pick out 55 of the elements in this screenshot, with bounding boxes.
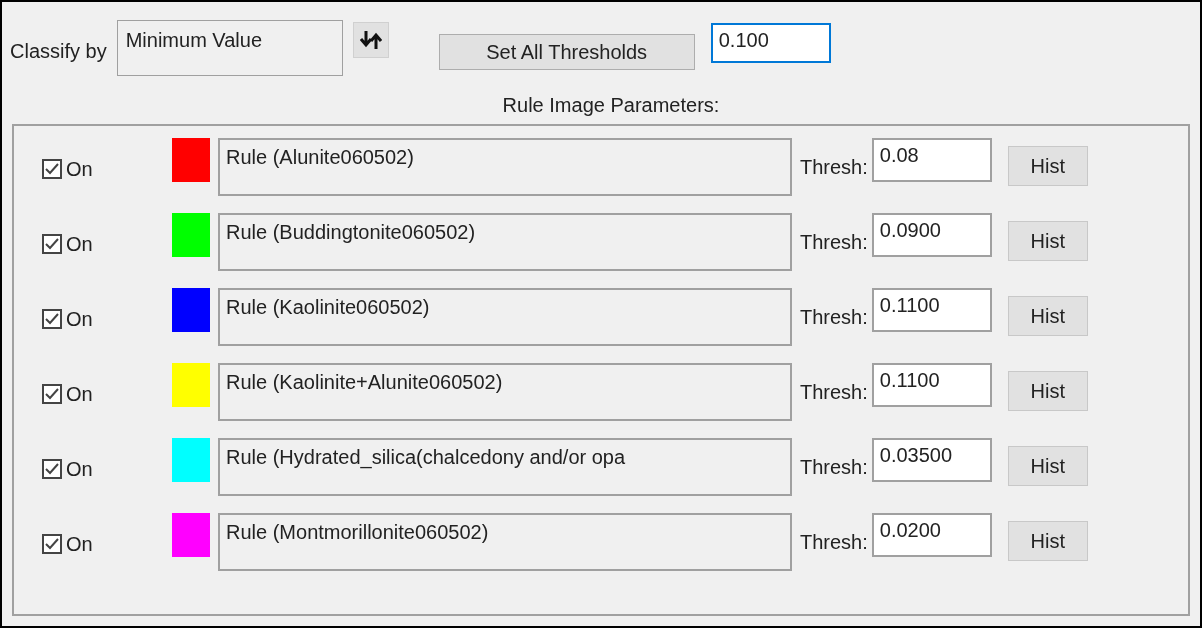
check-icon: [45, 163, 59, 175]
thresh-input[interactable]: 0.1100: [871, 363, 992, 407]
color-swatch[interactable]: [172, 213, 210, 257]
check-icon: [45, 463, 59, 475]
thresh-input[interactable]: 0.03500: [871, 438, 992, 482]
on-label: On: [66, 232, 93, 257]
rule-name-field[interactable]: Rule (Montmorillonite060502): [218, 513, 792, 571]
hist-button[interactable]: Hist: [1007, 146, 1088, 186]
check-icon: [45, 538, 59, 550]
group-title: Rule Image Parameters:: [502, 93, 720, 118]
on-label: On: [66, 382, 93, 407]
checkbox[interactable]: [42, 159, 62, 179]
hist-button[interactable]: Hist: [1007, 446, 1088, 486]
thresh-input[interactable]: 0.1100: [871, 288, 992, 332]
rule-name-field[interactable]: Rule (Hydrated_silica(chalcedony and/or opa: [218, 438, 792, 496]
thresh-label: Thresh:: [800, 305, 868, 330]
thresh-label: Thresh:: [800, 230, 868, 255]
thresh-label: Thresh:: [800, 380, 868, 405]
on-label: On: [66, 307, 93, 332]
rule-name-field[interactable]: Rule (Kaolinite060502): [218, 288, 792, 346]
on-label: On: [66, 157, 93, 182]
hist-button[interactable]: Hist: [1007, 296, 1088, 336]
rule-name-field[interactable]: Rule (Alunite060502): [218, 138, 792, 196]
thresh-input[interactable]: 0.0200: [871, 513, 992, 557]
classify-dropdown[interactable]: Minimum Value: [116, 20, 343, 76]
hist-button[interactable]: Hist: [1007, 221, 1088, 261]
check-icon: [45, 313, 59, 325]
set-all-thresholds-button[interactable]: Set All Thresholds: [438, 34, 695, 70]
on-label: On: [66, 532, 93, 557]
checkbox[interactable]: [42, 459, 62, 479]
hist-button[interactable]: Hist: [1007, 521, 1088, 561]
on-label: On: [66, 457, 93, 482]
threshold-input[interactable]: 0.100: [710, 23, 831, 63]
sort-button[interactable]: [352, 22, 389, 58]
classify-label: Classify by: [10, 39, 107, 64]
check-icon: [45, 238, 59, 250]
thresh-input[interactable]: 0.08: [871, 138, 992, 182]
rule-name-field[interactable]: Rule (Kaolinite+Alunite060502): [218, 363, 792, 421]
checkbox[interactable]: [42, 309, 62, 329]
thresh-label: Thresh:: [800, 530, 868, 555]
check-icon: [45, 388, 59, 400]
rule-name-field[interactable]: Rule (Buddingtonite060502): [218, 213, 792, 271]
checkbox[interactable]: [42, 234, 62, 254]
hist-button[interactable]: Hist: [1007, 371, 1088, 411]
color-swatch[interactable]: [172, 138, 210, 182]
color-swatch[interactable]: [172, 288, 210, 332]
color-swatch[interactable]: [172, 438, 210, 482]
color-swatch[interactable]: [172, 363, 210, 407]
checkbox[interactable]: [42, 534, 62, 554]
thresh-label: Thresh:: [800, 455, 868, 480]
checkbox[interactable]: [42, 384, 62, 404]
sort-arrows-icon: [359, 30, 382, 50]
color-swatch[interactable]: [172, 513, 210, 557]
thresh-input[interactable]: 0.0900: [871, 213, 992, 257]
thresh-label: Thresh:: [800, 155, 868, 180]
